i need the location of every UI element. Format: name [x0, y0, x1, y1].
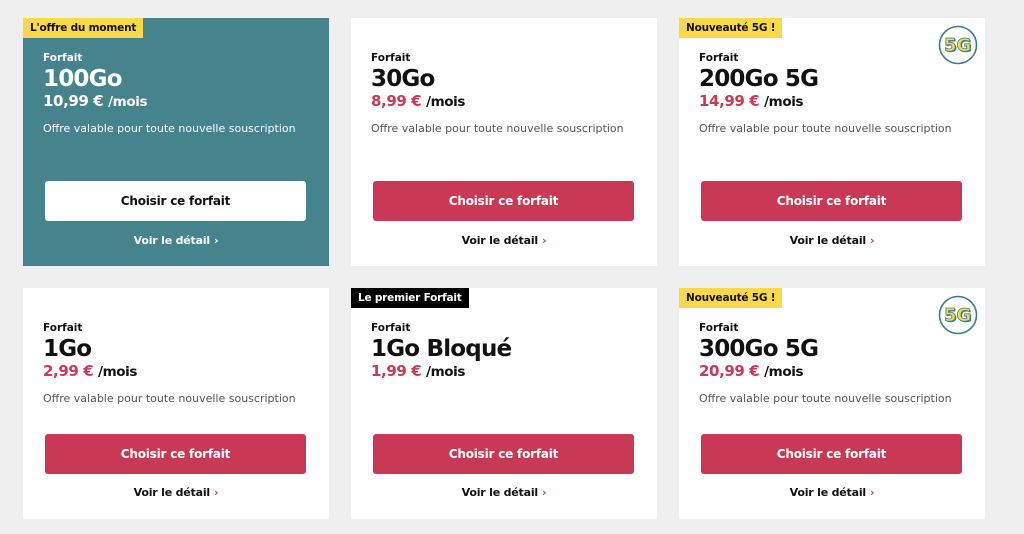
new-5g-badge: Nouveauté 5G !: [679, 18, 783, 38]
plan-kind: Forfait: [699, 52, 739, 64]
offer-note: Offre valable pour toute nouvelle souscr…: [43, 122, 296, 135]
plan-info: Forfait 300Go 5G 20,99 € /mois Offre val…: [699, 322, 969, 406]
chevron-right-icon: ›: [541, 486, 547, 499]
plan-info: Forfait 100Go 10,99 € /mois Offre valabl…: [43, 52, 313, 136]
price-period: /mois: [764, 94, 804, 110]
chevron-right-icon: ›: [869, 234, 875, 247]
choose-plan-button[interactable]: Choisir ce forfait: [373, 181, 634, 221]
plan-card-1go: Forfait 1Go 2,99 € /mois Offre valable p…: [23, 288, 329, 519]
plan-info: Forfait 1Go 2,99 € /mois Offre valable p…: [43, 322, 313, 406]
offer-note: Offre valable pour toute nouvelle souscr…: [699, 392, 952, 405]
price-amount: 8,99 €: [371, 92, 422, 110]
plan-name: 1Go Bloqué: [371, 336, 512, 362]
plan-price: 8,99 € /mois: [371, 92, 641, 111]
price-period: /mois: [108, 94, 148, 110]
plan-name: 300Go 5G: [699, 336, 819, 362]
plan-kind: Forfait: [43, 322, 83, 334]
plan-price: 14,99 € /mois: [699, 92, 969, 111]
see-details-link[interactable]: Voir le détail ›: [351, 234, 657, 247]
see-details-label: Voir le détail: [461, 234, 539, 247]
choose-plan-button[interactable]: Choisir ce forfait: [45, 434, 306, 474]
offer-note: Offre valable pour toute nouvelle souscr…: [371, 122, 624, 135]
choose-plan-button[interactable]: Choisir ce forfait: [45, 181, 306, 221]
choose-plan-button[interactable]: Choisir ce forfait: [701, 434, 962, 474]
plan-card-1go-bloque: Le premier Forfait Forfait 1Go Bloqué 1,…: [351, 288, 657, 519]
price-period: /mois: [764, 364, 804, 380]
plan-card-200go-5g: Nouveauté 5G ! 5G 5G Forfait 200Go 5G 14…: [679, 18, 985, 266]
price-amount: 14,99 €: [699, 92, 760, 110]
price-amount: 20,99 €: [699, 362, 760, 380]
plan-info: Forfait 30Go 8,99 € /mois Offre valable …: [371, 52, 641, 136]
see-details-label: Voir le détail: [133, 486, 211, 499]
see-details-label: Voir le détail: [789, 234, 867, 247]
price-period: /mois: [98, 364, 138, 380]
chevron-right-icon: ›: [213, 486, 219, 499]
offer-note: Offre valable pour toute nouvelle souscr…: [43, 392, 296, 405]
plan-name: 30Go: [371, 66, 435, 92]
plan-kind: Forfait: [699, 322, 739, 334]
offer-badge: L'offre du moment: [23, 18, 144, 38]
price-period: /mois: [426, 364, 466, 380]
plan-kind: Forfait: [371, 322, 411, 334]
price-amount: 2,99 €: [43, 362, 94, 380]
plan-price: 20,99 € /mois: [699, 362, 969, 381]
see-details-link[interactable]: Voir le détail ›: [679, 486, 985, 499]
price-period: /mois: [426, 94, 466, 110]
see-details-link[interactable]: Voir le détail ›: [351, 486, 657, 499]
see-details-link[interactable]: Voir le détail ›: [23, 486, 329, 499]
price-amount: 1,99 €: [371, 362, 422, 380]
choose-plan-button[interactable]: Choisir ce forfait: [373, 434, 634, 474]
plan-name: 1Go: [43, 336, 92, 362]
plan-name: 100Go: [43, 66, 123, 92]
see-details-link[interactable]: Voir le détail ›: [679, 234, 985, 247]
plan-card-100go: L'offre du moment Forfait 100Go 10,99 € …: [23, 18, 329, 266]
plan-price: 1,99 € /mois: [371, 362, 641, 381]
new-5g-badge: Nouveauté 5G !: [679, 288, 783, 308]
plan-card-30go: Forfait 30Go 8,99 € /mois Offre valable …: [351, 18, 657, 266]
plan-name: 200Go 5G: [699, 66, 819, 92]
see-details-label: Voir le détail: [461, 486, 539, 499]
see-details-label: Voir le détail: [789, 486, 867, 499]
see-details-link[interactable]: Voir le détail ›: [23, 234, 329, 247]
offer-note: Offre valable pour toute nouvelle souscr…: [699, 122, 952, 135]
plan-info: Forfait 200Go 5G 14,99 € /mois Offre val…: [699, 52, 969, 136]
chevron-right-icon: ›: [213, 234, 219, 247]
plan-info: Forfait 1Go Bloqué 1,99 € /mois: [371, 322, 641, 381]
plan-price: 2,99 € /mois: [43, 362, 313, 381]
plan-card-300go-5g: Nouveauté 5G ! 5G 5G Forfait 300Go 5G 20…: [679, 288, 985, 519]
choose-plan-button[interactable]: Choisir ce forfait: [701, 181, 962, 221]
chevron-right-icon: ›: [541, 234, 547, 247]
see-details-label: Voir le détail: [133, 234, 211, 247]
plan-price: 10,99 € /mois: [43, 92, 313, 111]
first-plan-badge: Le premier Forfait: [351, 288, 469, 308]
plan-kind: Forfait: [371, 52, 411, 64]
price-amount: 10,99 €: [43, 92, 104, 110]
plan-kind: Forfait: [43, 52, 83, 64]
chevron-right-icon: ›: [869, 486, 875, 499]
